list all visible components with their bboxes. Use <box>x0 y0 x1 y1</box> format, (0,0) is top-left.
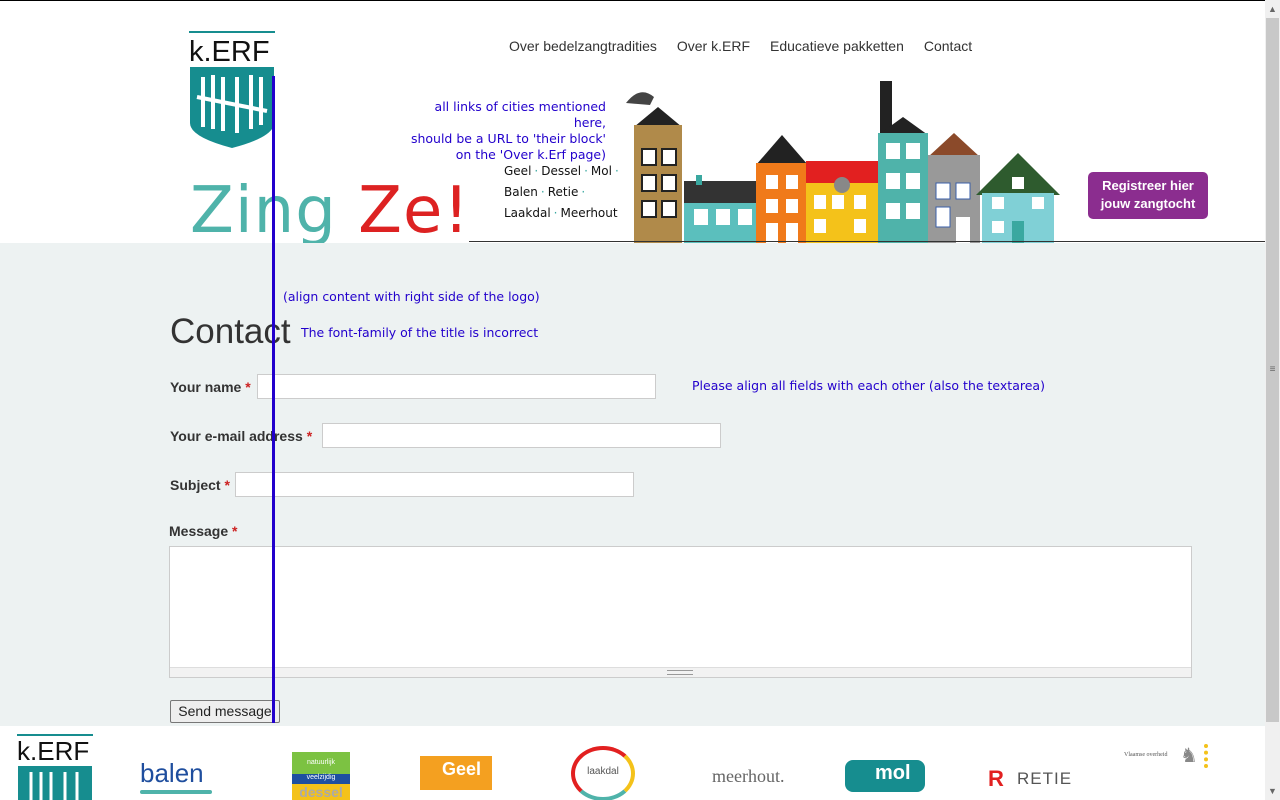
annotation-align-logo: (align content with right side of the lo… <box>283 289 540 304</box>
nav-educatieve-pakketten[interactable]: Educatieve pakketten <box>770 38 904 54</box>
annotation-city-links: all links of cities mentioned here, shou… <box>404 99 606 163</box>
scroll-up-icon[interactable]: ▲ <box>1266 1 1279 17</box>
name-label-text: Your name <box>170 379 242 395</box>
page: k.ERF Over bedelzangtradities Over k.ERF… <box>0 0 1265 800</box>
nav-contact[interactable]: Contact <box>924 38 972 54</box>
dessel-name-text: dessel <box>292 784 350 800</box>
register-button[interactable]: Registreer hier jouw zangtocht <box>1088 172 1208 219</box>
required-mark: * <box>224 477 230 493</box>
nav-bedelzangtradities[interactable]: Over bedelzangtradities <box>509 38 657 54</box>
annotation-links-line-2: should be a URL to 'their block' <box>410 131 606 146</box>
footer-retie-r[interactable]: R <box>988 766 1004 792</box>
required-mark: * <box>245 379 251 395</box>
footer-geel-logo[interactable]: Geel <box>420 756 492 790</box>
city-laakdal[interactable]: Laakdal <box>504 206 551 220</box>
city-dessel[interactable]: Dessel <box>541 164 581 178</box>
footer-kerf-logo[interactable]: k.ERF <box>17 734 93 800</box>
city-geel[interactable]: Geel <box>504 164 531 178</box>
footer-mol-logo[interactable]: mol <box>845 760 925 792</box>
footer-vlaamse-overheid[interactable]: Vlaamse overheid <box>1124 752 1167 758</box>
subject-input[interactable] <box>235 472 634 497</box>
message-label-text: Message <box>169 523 229 539</box>
dessel-mid-text: veelzijdig <box>292 774 350 784</box>
email-label-text: Your e-mail address <box>170 428 303 444</box>
nav-over-kerf[interactable]: Over k.ERF <box>677 38 750 54</box>
houses-illustration <box>626 81 1060 243</box>
required-mark: * <box>232 523 238 539</box>
annotation-links-line-1: all links of cities mentioned here, <box>434 99 606 130</box>
email-input[interactable] <box>322 423 721 448</box>
email-label: Your e-mail address * <box>170 428 312 444</box>
annotation-title-font: The font-family of the title is incorrec… <box>301 325 539 340</box>
footer-meerhout-logo[interactable]: meerhout. <box>712 766 784 787</box>
scroll-down-icon[interactable]: ▼ <box>1266 783 1279 799</box>
annotation-guide-line <box>272 76 275 723</box>
header-divider <box>469 241 1265 242</box>
required-mark: * <box>306 428 313 444</box>
header: k.ERF Over bedelzangtradities Over k.ERF… <box>0 1 1265 248</box>
name-input[interactable] <box>257 374 656 399</box>
dessel-top-text: natuurlijk <box>292 752 350 774</box>
register-line-2: jouw zangtocht <box>1100 196 1196 211</box>
name-label: Your name * <box>170 379 251 395</box>
footer-laakdal-logo[interactable]: laakdal <box>571 746 635 800</box>
zing-ze-wordmark: Zing Ze! <box>190 171 470 251</box>
message-label: Message * <box>169 523 238 539</box>
zing-word: Zing <box>190 174 337 248</box>
send-message-button[interactable]: Send message <box>170 700 280 723</box>
lion-icon: ♞ <box>1180 744 1208 768</box>
message-textarea[interactable] <box>169 546 1192 678</box>
kerf-logo[interactable]: k.ERF <box>189 31 275 149</box>
city-mol[interactable]: Mol <box>591 164 612 178</box>
city-balen[interactable]: Balen <box>504 185 538 199</box>
subject-label: Subject * <box>170 477 230 493</box>
footer-retie-logo[interactable]: RETIE <box>1017 769 1072 789</box>
city-meerhout[interactable]: Meerhout <box>560 206 617 220</box>
register-line-1: Registreer hier <box>1102 178 1194 193</box>
city-links: Geel · Dessel · Mol · Balen · Retie · Laakdal · Me… <box>504 164 619 220</box>
annotation-align-fields: Please align all fields with each other … <box>692 378 1045 393</box>
ze-word: Ze! <box>358 174 471 248</box>
kerf-logo-text: k.ERF <box>189 36 270 68</box>
footer-logos: k.ERF balen natuurlijk veelzijdig dessel… <box>0 726 1265 800</box>
balen-swoosh <box>140 790 212 794</box>
footer-dessel-logo[interactable]: natuurlijk veelzijdig dessel <box>292 752 350 800</box>
city-retie[interactable]: Retie <box>548 185 579 199</box>
main-nav: Over bedelzangtradities Over k.ERF Educa… <box>509 38 972 54</box>
footer-balen-logo[interactable]: balen <box>140 758 204 789</box>
scrollbar-grip-icon: ≡ <box>1269 364 1276 375</box>
subject-label-text: Subject <box>170 477 221 493</box>
footer-kerf-text: k.ERF <box>17 736 89 766</box>
textarea-resize-grip[interactable] <box>170 667 1191 677</box>
